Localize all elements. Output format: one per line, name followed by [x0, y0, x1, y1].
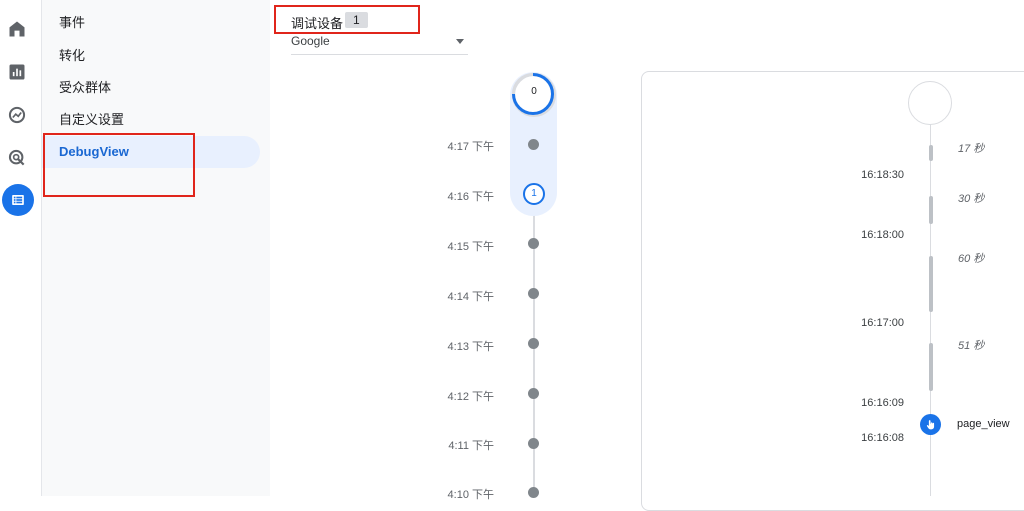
minute-dot[interactable] — [528, 338, 539, 349]
minute-time-label: 4:10 下午 — [447, 489, 494, 501]
subnav-item-events[interactable]: 事件 — [42, 7, 260, 39]
seconds-stream-card — [641, 71, 1024, 511]
minute-dot[interactable] — [528, 487, 539, 498]
minute-event-count[interactable]: 1 — [523, 183, 545, 205]
second-time-label: 16:16:09 — [861, 397, 904, 409]
seconds-top-circle[interactable] — [908, 81, 952, 125]
subnav-item-audiences[interactable]: 受众群体 — [42, 72, 260, 104]
minutes-top-count: 0 — [531, 86, 537, 97]
minute-dot[interactable] — [528, 388, 539, 399]
minute-time-label: 4:12 下午 — [447, 391, 494, 403]
configure-subnav: 事件 转化 受众群体 自定义设置 DebugView — [42, 0, 270, 496]
icon-rail — [0, 0, 42, 496]
explore-icon[interactable] — [4, 102, 30, 128]
seconds-gap-segment — [929, 145, 933, 161]
minute-time-label: 4:13 下午 — [447, 341, 494, 353]
debug-device-selected-value: Google — [291, 34, 330, 48]
minute-time-label: 4:17 下午 — [447, 141, 494, 153]
seconds-gap-segment — [929, 196, 933, 224]
minute-time-label: 4:14 下午 — [447, 291, 494, 303]
seconds-gap-segment — [929, 343, 933, 391]
minute-dot[interactable] — [528, 238, 539, 249]
seconds-gap-segment — [929, 256, 933, 312]
second-time-label: 16:18:00 — [861, 229, 904, 241]
minute-dot[interactable] — [528, 288, 539, 299]
gap-duration-label: 51 秒 — [958, 340, 985, 352]
minute-time-label: 4:16 下午 — [447, 191, 494, 203]
gap-duration-label: 30 秒 — [958, 193, 985, 205]
second-time-label: 16:18:30 — [861, 169, 904, 181]
gap-duration-label: 60 秒 — [958, 253, 985, 265]
reports-icon[interactable] — [4, 59, 30, 85]
home-icon[interactable] — [4, 16, 30, 42]
advertising-icon[interactable] — [4, 145, 30, 171]
minute-dot[interactable] — [528, 139, 539, 150]
debugview-highlight-box — [43, 133, 195, 197]
minute-time-label: 4:11 下午 — [448, 440, 494, 452]
subnav-item-custom-definitions[interactable]: 自定义设置 — [42, 104, 260, 136]
minute-dot[interactable] — [528, 438, 539, 449]
second-time-label: 16:16:08 — [861, 432, 904, 444]
gap-duration-label: 17 秒 — [958, 143, 985, 155]
debug-device-highlight-box — [274, 5, 420, 34]
minute-time-label: 4:15 下午 — [447, 241, 494, 253]
second-time-label: 16:17:00 — [861, 317, 904, 329]
event-name-label[interactable]: page_view — [957, 418, 1010, 430]
chevron-down-icon — [456, 39, 464, 44]
debug-device-select[interactable]: Google — [291, 32, 468, 55]
touch-icon[interactable] — [920, 414, 941, 435]
subnav-item-conversions[interactable]: 转化 — [42, 40, 260, 72]
configure-icon[interactable] — [2, 184, 34, 216]
